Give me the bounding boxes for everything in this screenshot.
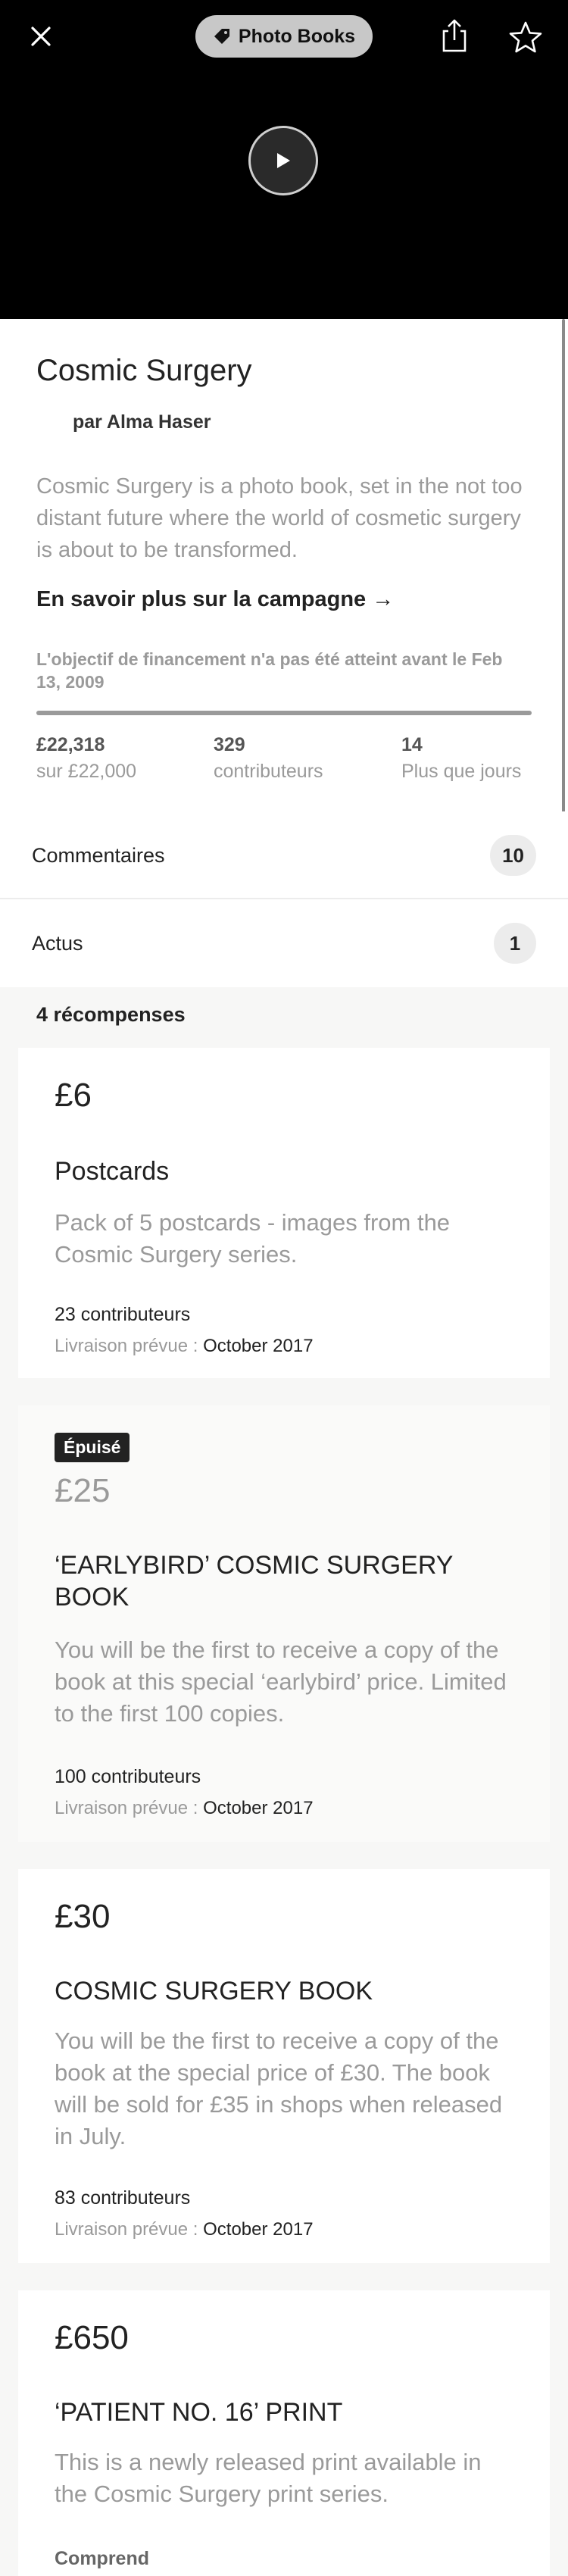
- creator-byline: par Alma Haser: [73, 411, 211, 433]
- reward-card[interactable]: Épuisé £25 ‘EARLYBIRD’ COSMIC SURGERY BO…: [18, 1405, 550, 1842]
- share-button[interactable]: [438, 18, 471, 53]
- category-label: Photo Books: [238, 25, 356, 47]
- share-icon: [442, 19, 467, 52]
- reward-backers: 100 contributeurs: [55, 1766, 201, 1787]
- updates-label: Actus: [32, 931, 83, 955]
- backers-stat: 329 contributeurs: [214, 734, 323, 783]
- backers-count: 329: [214, 734, 245, 755]
- project-title: Cosmic Surgery: [36, 354, 252, 387]
- star-icon: [509, 21, 542, 53]
- reward-card[interactable]: £6 Postcards Pack of 5 postcards - image…: [18, 1048, 550, 1378]
- days-count: 14: [401, 734, 423, 755]
- pledged-amount: £22,318: [36, 734, 105, 755]
- reward-backers: 23 contributeurs: [55, 1304, 191, 1325]
- pledged-stat: £22,318 sur £22,000: [36, 734, 136, 783]
- favorite-button[interactable]: [507, 20, 544, 55]
- tag-icon: [214, 29, 229, 44]
- days-label: Plus que jours: [401, 761, 522, 782]
- days-stat: 14 Plus que jours: [401, 734, 521, 783]
- reward-includes-label: Comprend: [55, 2548, 149, 2569]
- reward-title: Postcards: [55, 1157, 170, 1186]
- scrollbar[interactable]: [562, 319, 565, 823]
- reward-delivery: Livraison prévue : October 2017: [55, 1336, 520, 1357]
- funding-status-note: L'objectif de financement n'a pas été at…: [36, 649, 503, 692]
- reward-description: This is a newly released print available…: [55, 2449, 482, 2507]
- reward-description: Pack of 5 postcards - images from the Co…: [55, 1209, 451, 1268]
- updates-row[interactable]: Actus 1: [0, 899, 568, 987]
- backers-label: contributeurs: [214, 761, 323, 782]
- delivery-date: October 2017: [203, 1336, 314, 1356]
- close-button[interactable]: [26, 21, 56, 52]
- reward-description: You will be the first to receive a copy …: [55, 2027, 503, 2149]
- funding-progress-bar: [36, 711, 532, 715]
- delivery-date: October 2017: [203, 1798, 314, 1818]
- project-blurb: Cosmic Surgery is a photo book, set in t…: [36, 474, 523, 562]
- reward-backers: 83 contributeurs: [55, 2187, 191, 2209]
- project-video[interactable]: Photo Books: [0, 0, 568, 319]
- sold-out-badge: Épuisé: [55, 1433, 130, 1462]
- delivery-label: Livraison prévue :: [55, 2219, 198, 2240]
- reward-price: £6: [55, 1077, 92, 1114]
- goal-amount: sur £22,000: [36, 761, 137, 782]
- reward-title: COSMIC SURGERY BOOK: [55, 1977, 373, 2005]
- play-icon: [277, 153, 290, 168]
- rewards-heading: 4 récompenses: [36, 1003, 186, 1026]
- comments-count-badge: 10: [490, 835, 536, 876]
- reward-card[interactable]: £30 COSMIC SURGERY BOOK You will be the …: [18, 1869, 550, 2263]
- reward-price: £30: [55, 1898, 111, 1935]
- comments-label: Commentaires: [32, 843, 165, 867]
- reward-description: You will be the first to receive a copy …: [55, 1637, 507, 1727]
- reward-price: £650: [55, 2319, 129, 2356]
- reward-title: ‘EARLYBIRD’ COSMIC SURGERY BOOK: [55, 1551, 453, 1612]
- reward-delivery: Livraison prévue : October 2017: [55, 1798, 520, 1819]
- reward-card[interactable]: £650 ‘PATIENT NO. 16’ PRINT This is a ne…: [18, 2290, 550, 2576]
- reward-title: ‘PATIENT NO. 16’ PRINT: [55, 2398, 343, 2427]
- close-icon: [31, 27, 51, 46]
- reward-price: £25: [55, 1472, 111, 1509]
- delivery-date: October 2017: [203, 2219, 314, 2240]
- category-pill[interactable]: Photo Books: [195, 15, 373, 58]
- delivery-label: Livraison prévue :: [55, 1336, 198, 1356]
- project-info: Cosmic Surgery par Alma Haser Cosmic Sur…: [0, 319, 568, 811]
- funding-progress-fill: [36, 711, 532, 715]
- play-button[interactable]: [248, 126, 318, 195]
- learn-more-link[interactable]: En savoir plus sur la campagne →: [36, 587, 394, 612]
- comments-row[interactable]: Commentaires 10: [0, 811, 568, 899]
- updates-count-badge: 1: [494, 923, 536, 964]
- delivery-label: Livraison prévue :: [55, 1798, 198, 1818]
- reward-delivery: Livraison prévue : October 2017: [55, 2219, 520, 2240]
